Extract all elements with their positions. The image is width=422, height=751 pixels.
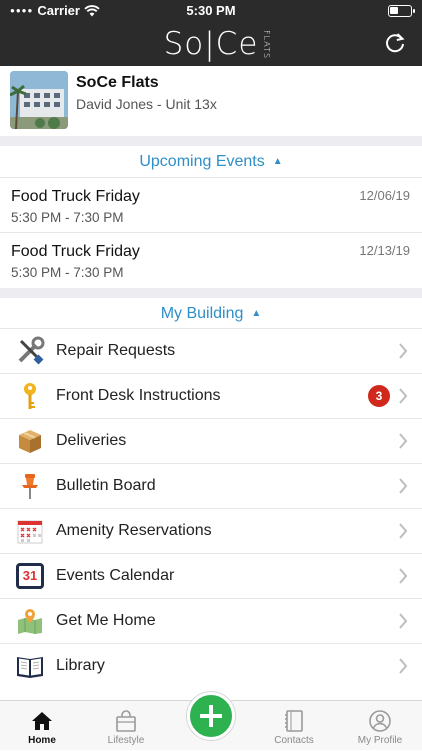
menu-item-label: Bulletin Board [56,477,156,494]
calendar-day-text: 31 [22,568,38,583]
event-date: 12/06/19 [359,188,410,203]
tab-label: Contacts [274,735,314,746]
profile-icon [369,710,391,732]
chevron-right-icon [399,658,408,674]
menu-item-label: Front Desk Instructions [56,387,221,404]
chevron-right-icon [399,343,408,359]
menu-item-label: Repair Requests [56,342,176,359]
property-photo [10,71,68,129]
app-header: So|Ce FLATS [0,22,422,66]
logo-text: So|Ce [163,26,259,62]
upcoming-events-title: Upcoming Events [139,153,265,170]
tab-home[interactable]: Home [0,701,84,751]
chevron-right-icon [399,388,408,404]
tab-my-profile[interactable]: My Profile [338,701,422,751]
refresh-icon[interactable] [382,30,408,56]
key-icon [0,374,56,419]
battery-icon [388,5,415,17]
tab-contacts[interactable]: Contacts [252,701,336,751]
menu-item-deliveries[interactable]: Deliveries [0,418,422,463]
chevron-right-icon [399,478,408,494]
chevron-right-icon [399,433,408,449]
event-title: Food Truck Friday [11,243,140,260]
section-divider [0,288,422,298]
my-building-header[interactable]: My Building ▲ [0,305,422,323]
menu-item-repair-requests[interactable]: Repair Requests [0,328,422,373]
collapse-triangle-icon: ▲ [272,156,283,167]
property-card[interactable]: SoCe Flats David Jones - Unit 13x [0,66,422,136]
bag-icon [116,710,136,732]
menu-item-amenity-reservations[interactable]: Amenity Reservations [0,508,422,553]
tools-icon [0,329,56,374]
menu-item-front-desk-instructions[interactable]: Front Desk Instructions 3 [0,373,422,418]
event-date: 12/13/19 [359,243,410,258]
package-icon [0,419,56,464]
property-name: SoCe Flats [76,74,159,91]
event-time: 5:30 PM - 7:30 PM [11,210,124,225]
section-divider [0,136,422,146]
menu-item-label: Events Calendar [56,567,175,584]
status-bar: ●●●● Carrier 5:30 PM [0,0,422,22]
menu-item-label: Library [56,657,105,674]
logo-sub-text: FLATS [262,30,271,60]
calendar-grid-icon [0,509,56,554]
my-building-title: My Building [160,305,244,322]
tab-label: Home [28,735,56,746]
tab-label: My Profile [357,735,403,746]
menu-item-library[interactable]: Library [0,643,422,688]
menu-item-get-me-home[interactable]: Get Me Home [0,598,422,643]
event-row[interactable]: Food Truck Friday 5:30 PM - 7:30 PM 12/0… [0,177,422,232]
chevron-right-icon [399,523,408,539]
collapse-triangle-icon: ▲ [251,308,262,319]
book-icon [0,644,56,689]
tab-lifestyle[interactable]: Lifestyle [84,701,168,751]
resident-info: David Jones - Unit 13x [76,96,217,112]
add-button[interactable] [187,692,235,740]
map-icon [0,599,56,644]
pushpin-icon [0,464,56,509]
menu-item-events-calendar[interactable]: 31 Events Calendar [0,553,422,598]
event-time: 5:30 PM - 7:30 PM [11,265,124,280]
event-row[interactable]: Food Truck Friday 5:30 PM - 7:30 PM 12/1… [0,232,422,287]
tab-label: Lifestyle [107,735,145,746]
calendar-31-icon: 31 [0,554,56,599]
menu-item-label: Deliveries [56,432,127,449]
chevron-right-icon [399,613,408,629]
menu-item-label: Amenity Reservations [56,522,212,539]
chevron-right-icon [399,568,408,584]
upcoming-events-header[interactable]: Upcoming Events ▲ [0,153,422,171]
menu-item-label: Get Me Home [56,612,156,629]
menu-item-bulletin-board[interactable]: Bulletin Board [0,463,422,508]
clock: 5:30 PM [186,3,236,18]
home-icon [32,712,52,730]
event-title: Food Truck Friday [11,188,140,205]
notification-badge: 3 [368,385,390,407]
app-logo: So|Ce FLATS [0,26,422,62]
contacts-icon [285,710,303,732]
